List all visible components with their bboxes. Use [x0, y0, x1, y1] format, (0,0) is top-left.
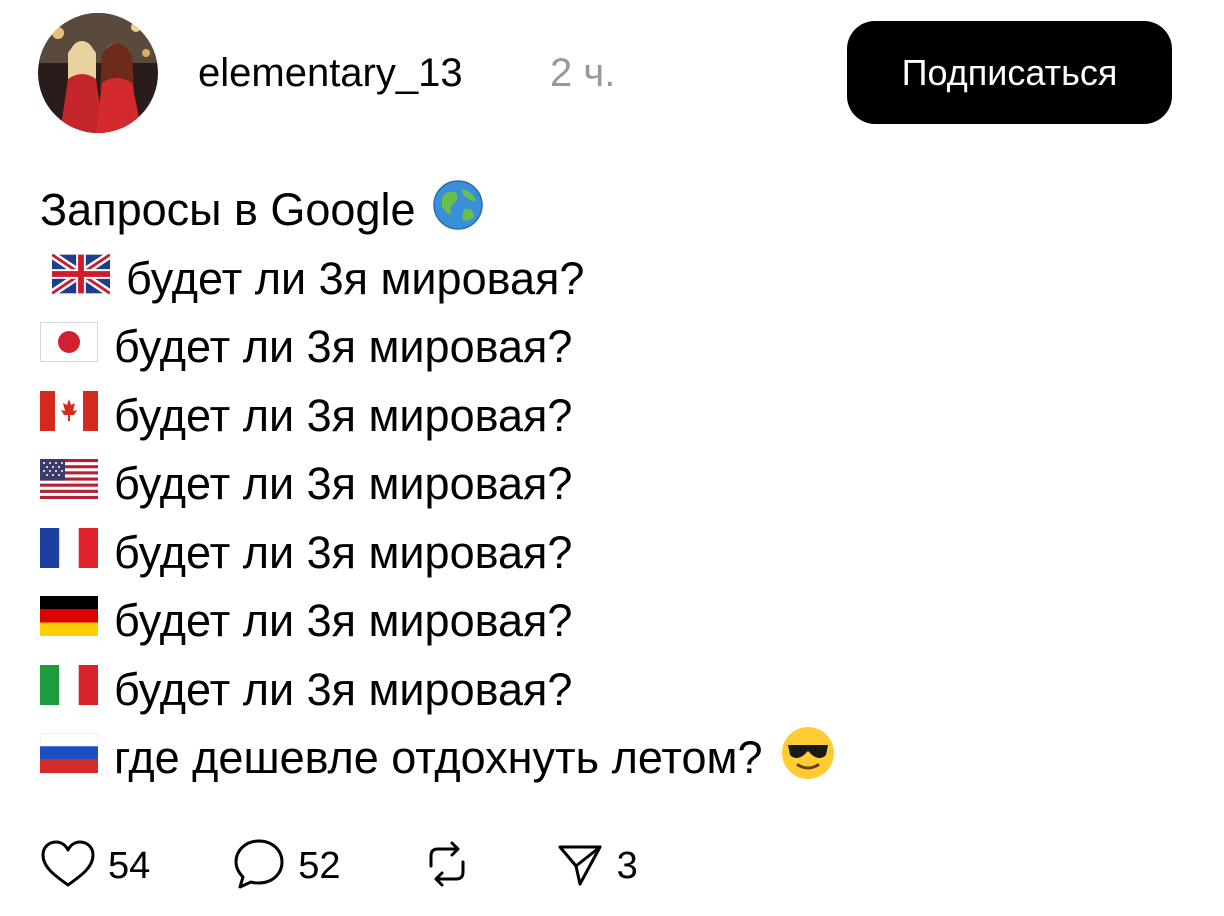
repost-button[interactable]: [421, 838, 473, 895]
uk-flag-icon: [49, 251, 113, 305]
like-count: 54: [108, 844, 151, 887]
japan-flag-icon: [40, 321, 98, 373]
line-text: будет ли 3я мировая?: [114, 321, 573, 373]
italy-flag-icon: [40, 664, 98, 716]
comment-count: 52: [298, 844, 341, 887]
avatar[interactable]: [38, 13, 158, 133]
post-title-text: Запросы в Google: [40, 184, 416, 236]
send-icon: [555, 839, 605, 894]
canada-flag-icon: [40, 390, 98, 442]
line-text: будет ли 3я мировая?: [126, 252, 585, 304]
usa-flag-icon: [40, 458, 98, 510]
globe-icon: [432, 179, 484, 242]
heart-icon: [40, 839, 96, 894]
share-button[interactable]: 3: [555, 839, 638, 894]
post-actions: 54 52 3: [40, 836, 638, 896]
post-line: где дешевле отдохнуть летом?: [39, 724, 1180, 793]
avatar-image: [38, 13, 158, 133]
comment-icon: [232, 837, 286, 896]
post-line: будет ли 3я мировая?: [40, 382, 1180, 451]
line-text: будет ли 3я мировая?: [114, 526, 573, 578]
germany-flag-icon: [40, 595, 98, 647]
line-text: будет ли 3я мировая?: [114, 663, 573, 715]
post-line: будет ли 3я мировая?: [40, 313, 1180, 382]
post-line: будет ли 3я мировая?: [40, 656, 1180, 725]
post-line: будет ли 3я мировая?: [40, 245, 1180, 314]
line-text: где дешевле отдохнуть летом?: [114, 732, 763, 784]
comment-button[interactable]: 52: [232, 837, 341, 896]
subscribe-button[interactable]: Подписаться: [847, 21, 1172, 124]
line-text: будет ли 3я мировая?: [114, 458, 573, 510]
line-text: будет ли 3я мировая?: [114, 595, 573, 647]
username[interactable]: elementary_13: [198, 46, 463, 100]
post-body: Запросы в Google будет ли 3я мировая? бу…: [39, 176, 1180, 793]
post-line: будет ли 3я мировая?: [40, 519, 1180, 588]
share-count: 3: [616, 844, 638, 887]
post-line: будет ли 3я мировая?: [40, 587, 1180, 656]
post-line: будет ли 3я мировая?: [40, 450, 1180, 519]
france-flag-icon: [40, 527, 98, 579]
like-button[interactable]: 54: [40, 839, 150, 894]
post-timestamp: 2 ч.: [550, 51, 616, 95]
repost-icon: [421, 838, 473, 895]
sunglasses-emoji-icon: [780, 725, 836, 792]
post-title: Запросы в Google: [40, 176, 1180, 245]
line-text: будет ли 3я мировая?: [114, 389, 573, 441]
russia-flag-icon: [39, 732, 99, 784]
